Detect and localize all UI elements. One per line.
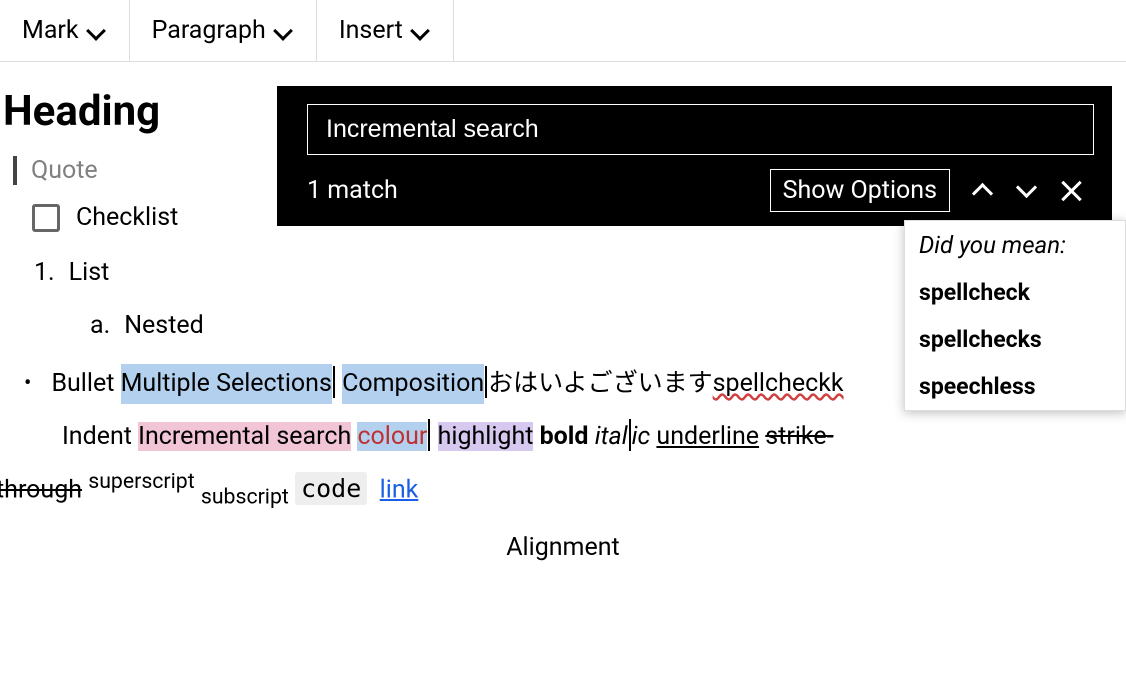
chevron-down-icon <box>413 25 431 36</box>
strike-text-1[interactable]: strike- <box>765 422 833 451</box>
italic-text: italic <box>595 422 651 451</box>
bullet-text: Bullet <box>51 364 114 404</box>
bold-text[interactable]: bold <box>540 422 589 451</box>
strike-text-2[interactable]: through <box>0 475 82 504</box>
japanese-text[interactable]: おはいよございます <box>488 364 713 404</box>
search-match-count: 1 match <box>307 176 758 205</box>
highlight-text[interactable]: highlight <box>438 422 534 451</box>
insert-menu[interactable]: Insert <box>317 0 454 61</box>
search-bar: 1 match Show Options <box>277 86 1112 226</box>
insert-label: Insert <box>339 16 403 45</box>
link-text[interactable]: link <box>380 475 419 504</box>
chevron-down-icon <box>89 25 107 36</box>
superscript-text[interactable]: superscript <box>88 469 194 494</box>
suggestion-item[interactable]: spellcheck <box>905 269 1125 316</box>
paragraph-menu[interactable]: Paragraph <box>130 0 317 61</box>
suggestion-item[interactable]: spellchecks <box>905 316 1125 363</box>
paragraph-label: Paragraph <box>152 16 266 45</box>
indented-line[interactable]: Indent Incremental search colour highlig… <box>62 414 1126 459</box>
search-status-row: 1 match Show Options <box>307 169 1094 212</box>
close-search-button[interactable] <box>1060 180 1082 202</box>
list-text: List <box>69 258 110 287</box>
indent-label: Indent <box>62 422 132 451</box>
nested-letter: a. <box>90 311 110 340</box>
caret-icon <box>629 419 631 451</box>
chevron-down-icon <box>276 25 294 36</box>
search-nav <box>972 180 1082 202</box>
search-highlight[interactable]: Incremental search <box>138 422 351 451</box>
colour-text[interactable]: colour <box>357 422 427 451</box>
subscript-text[interactable]: subscript <box>201 484 289 509</box>
toolbar: Mark Paragraph Insert <box>0 0 1126 62</box>
alignment-line[interactable]: Alignment <box>0 533 1126 562</box>
caret-icon <box>333 366 335 398</box>
selection-2[interactable]: Composition <box>342 364 484 404</box>
search-input[interactable] <box>326 115 1075 144</box>
search-input-wrap[interactable] <box>307 104 1094 155</box>
checklist-label: Checklist <box>76 203 178 232</box>
bullet-marker: • <box>24 366 31 401</box>
continuation-line[interactable]: through superscript subscript code link <box>0 469 1126 509</box>
show-options-button[interactable]: Show Options <box>770 169 950 212</box>
selection-1[interactable]: Multiple Selections <box>121 364 332 404</box>
caret-icon <box>428 419 430 451</box>
prev-match-button[interactable] <box>972 180 994 202</box>
nested-text: Nested <box>124 311 204 340</box>
mark-label: Mark <box>22 16 79 45</box>
next-match-button[interactable] <box>1016 180 1038 202</box>
code-text[interactable]: code <box>295 472 367 505</box>
list-number: 1. <box>34 258 55 287</box>
caret-icon <box>485 366 487 398</box>
checkbox-icon[interactable] <box>32 204 60 232</box>
spell-error[interactable]: spellcheckk <box>713 364 844 404</box>
suggestions-header: Did you mean: <box>905 221 1125 269</box>
suggestion-item[interactable]: speechless <box>905 363 1125 410</box>
underline-text[interactable]: underline <box>656 422 759 451</box>
spellcheck-suggestions: Did you mean: spellcheck spellchecks spe… <box>904 220 1126 411</box>
mark-menu[interactable]: Mark <box>0 0 130 61</box>
